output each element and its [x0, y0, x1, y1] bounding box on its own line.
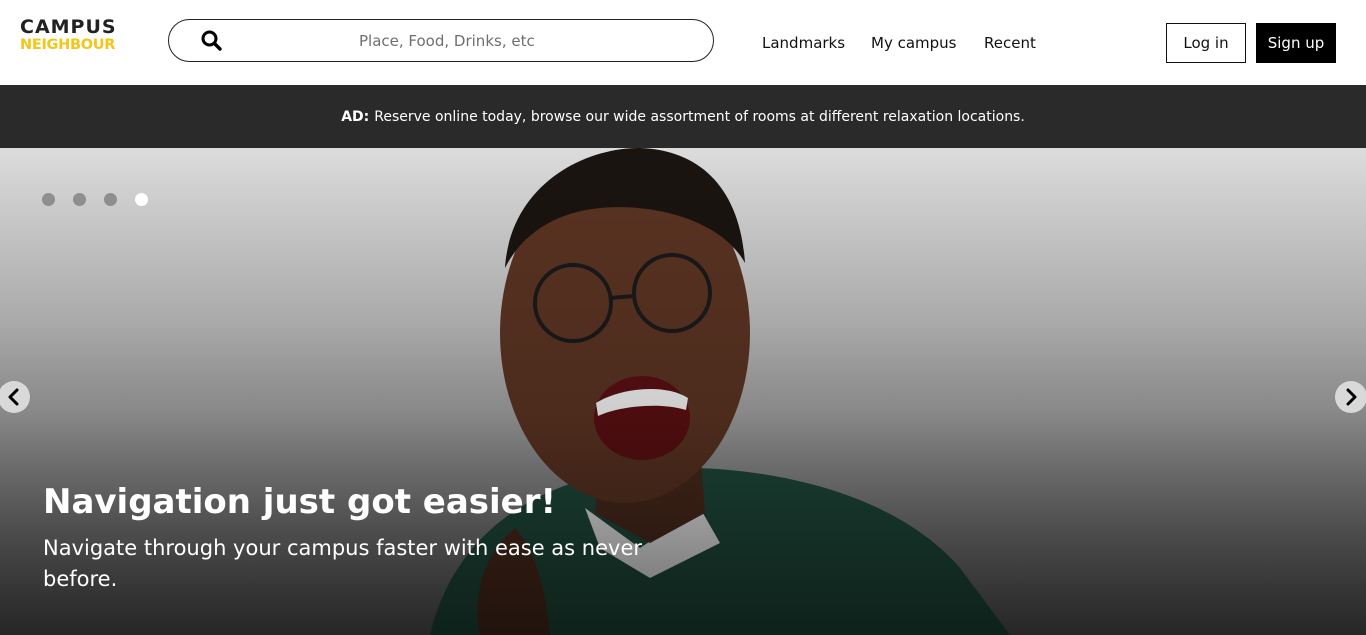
ad-banner: AD: Reserve online today, browse our wid… — [0, 85, 1366, 148]
login-button[interactable]: Log in — [1166, 23, 1246, 63]
ad-prefix: AD: — [341, 108, 370, 125]
nav-my-campus[interactable]: My campus — [871, 34, 956, 52]
logo[interactable]: CAMPUS NEIGHBOUR — [20, 18, 117, 53]
carousel-dot-3[interactable] — [104, 193, 117, 206]
signup-button[interactable]: Sign up — [1256, 23, 1336, 63]
carousel-dot-2[interactable] — [73, 193, 86, 206]
logo-line1: CAMPUS — [20, 16, 117, 38]
ad-text: Reserve online today, browse our wide as… — [374, 108, 1025, 125]
search-bar — [168, 19, 714, 62]
hero-carousel: Navigation just got easier! Navigate thr… — [0, 148, 1366, 635]
nav-landmarks[interactable]: Landmarks — [762, 34, 845, 52]
search-input[interactable] — [359, 28, 689, 54]
search-icon[interactable] — [200, 29, 224, 53]
chevron-left-icon — [8, 388, 19, 406]
carousel-dot-4[interactable] — [135, 193, 148, 206]
hero-subtitle: Navigate through your campus faster with… — [43, 536, 642, 591]
nav-recent[interactable]: Recent — [984, 34, 1036, 52]
chevron-right-icon — [1346, 388, 1357, 406]
logo-line2: NEIGHBOUR — [20, 37, 116, 53]
hero-title: Navigation just got easier! — [43, 482, 557, 522]
carousel-dot-1[interactable] — [42, 193, 55, 206]
carousel-indicators — [42, 193, 148, 206]
carousel-next-button[interactable] — [1335, 381, 1366, 413]
header: CAMPUS NEIGHBOUR Landmarks My campus Rec… — [0, 0, 1366, 85]
